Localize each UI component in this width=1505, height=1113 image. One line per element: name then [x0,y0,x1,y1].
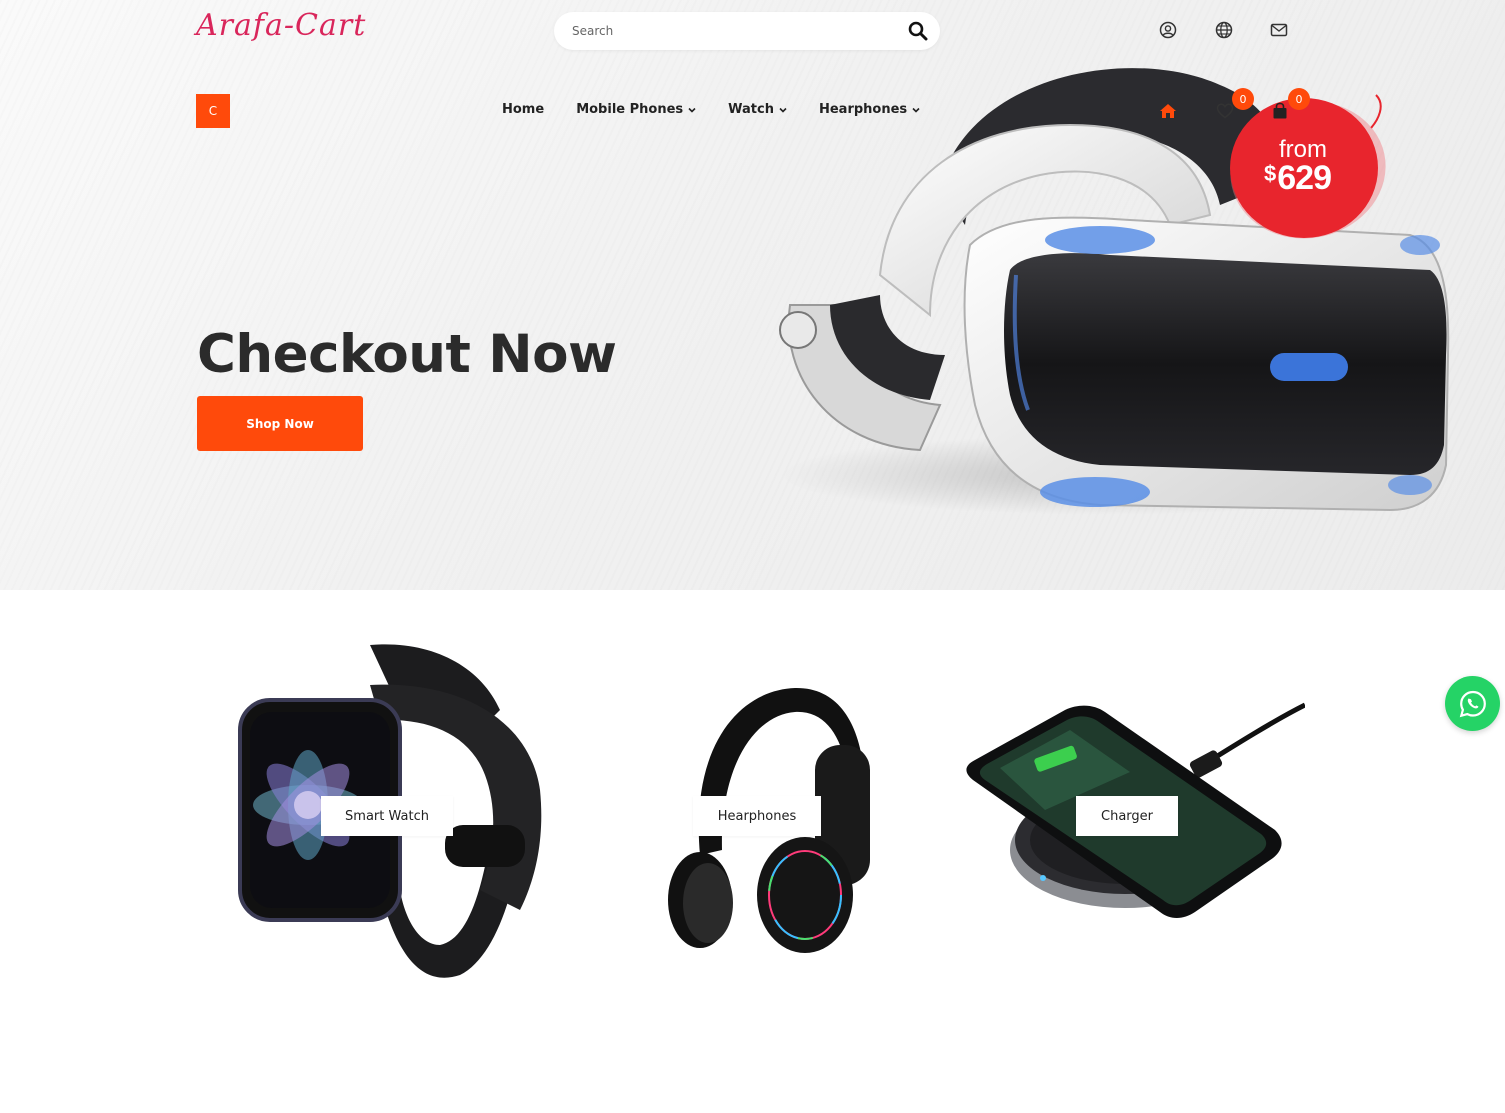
chevron-down-icon [912,107,920,113]
nav-label: Watch [728,102,774,117]
main-nav: Home Mobile Phones Watch Hearphones [502,102,920,117]
mail-icon[interactable] [1270,21,1288,39]
search-input[interactable] [572,24,892,38]
category-label-charger[interactable]: Charger [1076,796,1178,836]
chevron-down-icon [779,107,787,113]
chevron-down-icon [688,107,696,113]
nav-label: Hearphones [818,102,908,117]
nav-label: Home [502,102,545,117]
home-icon[interactable] [1159,102,1177,120]
cart-count-badge: 0 [1288,88,1310,110]
nav-item-home[interactable]: Home [502,102,544,117]
whatsapp-button[interactable] [1445,676,1500,731]
whatsapp-icon [1459,690,1486,717]
category-label-hearphones[interactable]: Hearphones [693,796,821,836]
site-logo[interactable]: Arafa-Cart [196,8,366,43]
nav-item-mobile-phones[interactable]: Mobile Phones [576,102,696,117]
price-value: 629 [1277,159,1332,197]
nav-item-hearphones[interactable]: Hearphones [819,102,920,117]
search-bar [554,12,940,50]
heart-icon[interactable] [1216,102,1234,120]
nav-item-watch[interactable]: Watch [728,102,787,117]
search-icon[interactable] [908,21,928,41]
shopping-bag-icon[interactable] [1271,102,1289,120]
globe-icon[interactable] [1215,21,1233,39]
price-amount: $629 [1264,159,1332,198]
nav-label: Mobile Phones [576,102,684,117]
category-label-smart-watch[interactable]: Smart Watch [321,796,453,836]
wishlist-count-badge: 0 [1232,88,1254,110]
price-currency: $ [1264,161,1276,186]
hero-banner: Arafa-Cart Search from $629 C Home Mobil… [0,0,1505,590]
shop-now-button[interactable]: Shop Now [197,396,363,451]
user-icon[interactable] [1159,21,1177,39]
categories-button[interactable]: C [196,94,230,128]
hero-title: Checkout Now [197,324,617,385]
